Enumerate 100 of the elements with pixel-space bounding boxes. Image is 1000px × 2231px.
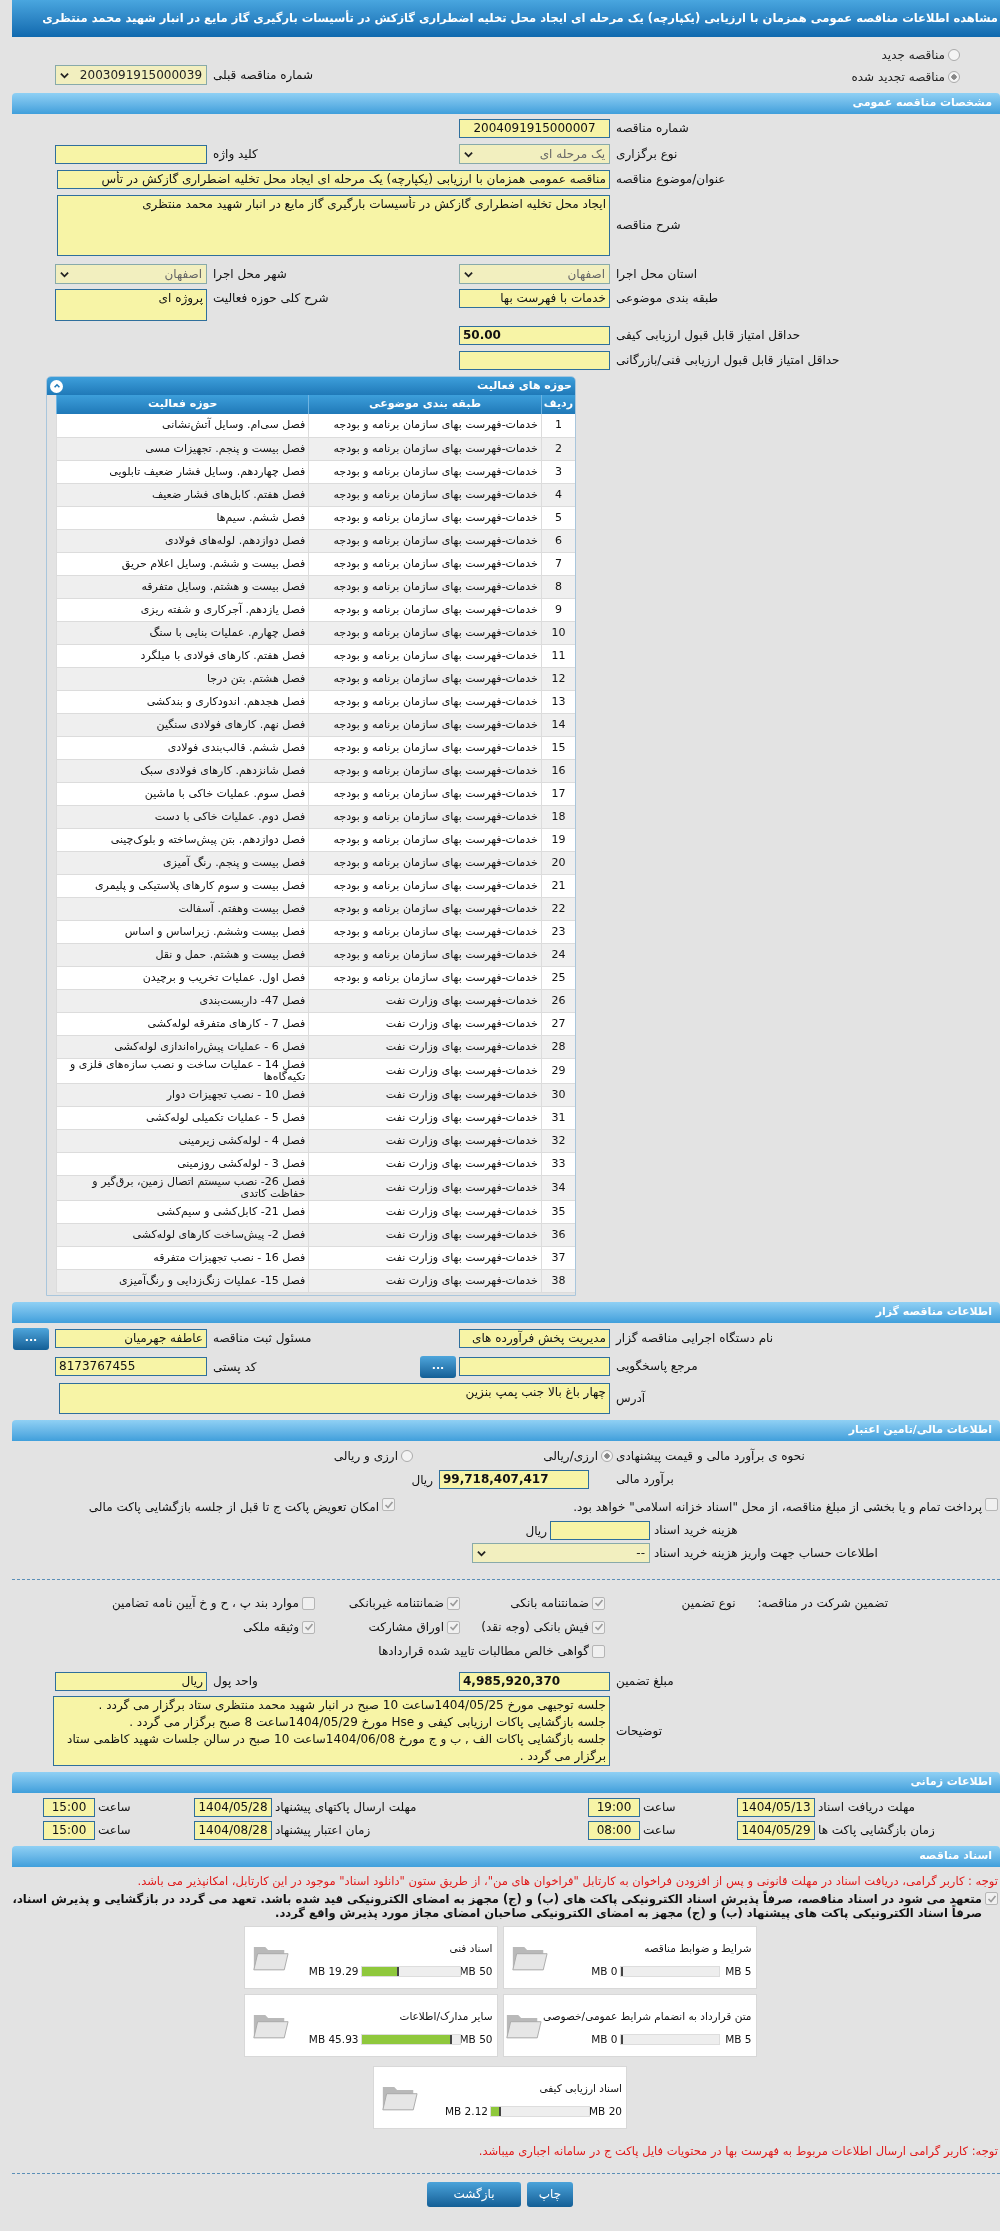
field-label: ساعت [643, 1823, 676, 1838]
checkbox[interactable] [592, 1596, 605, 1610]
input-field[interactable] [550, 1521, 650, 1540]
table-cell: 31 [541, 1106, 575, 1129]
dropdown[interactable]: اصفهان [459, 264, 610, 284]
input-field[interactable] [459, 351, 610, 370]
section-header: اطلاعات زمانی [12, 1772, 1000, 1793]
input-field[interactable]: 08:00 [588, 1821, 640, 1840]
radio-button[interactable] [401, 1449, 413, 1462]
text-area[interactable]: چهار باغ بالا جنب پمپ بنزین [59, 1382, 610, 1414]
field-label: شرح کلی حوزه فعالیت [213, 291, 329, 305]
checkbox[interactable] [302, 1596, 315, 1610]
input-field[interactable]: 99,718,407,417 [439, 1470, 589, 1489]
input-field[interactable]: عاطفه جهرمیان [55, 1329, 207, 1348]
checkbox[interactable] [985, 1498, 998, 1511]
input-field[interactable]: 1404/05/13 [737, 1798, 815, 1817]
action-button[interactable]: بازگشت [427, 2181, 521, 2207]
table-cell: فصل 47- داربست‌بندی [56, 989, 309, 1012]
table-cell: خدمات-فهرست بهای سازمان برنامه و بودجه [308, 460, 542, 483]
checkbox[interactable] [592, 1620, 605, 1634]
input-field[interactable]: 19:00 [588, 1798, 640, 1817]
radio-button[interactable] [601, 1449, 613, 1462]
checkbox[interactable] [447, 1620, 460, 1634]
table-cell: 17 [541, 782, 575, 805]
table-cell: 14 [541, 713, 575, 736]
input-field[interactable]: 4,985,920,370 [459, 1672, 610, 1691]
size-text: 50 MB [462, 1963, 493, 1979]
input-field[interactable]: 15:00 [43, 1821, 95, 1840]
table-cell: خدمات-فهرست بهای سازمان برنامه و بودجه [308, 575, 542, 598]
checkbox[interactable] [985, 1892, 998, 1906]
table-cell: فصل 10 - نصب تجهیزات دوار [56, 1083, 309, 1106]
table-cell: خدمات-فهرست بهای سازمان برنامه و بودجه [308, 782, 542, 805]
input-field[interactable]: مدیریت پخش فرآورده های [459, 1329, 610, 1348]
table-cell: فصل بیست و هشتم. وسایل متفرقه [56, 575, 309, 598]
table-cell: 28 [541, 1035, 575, 1058]
table-cell: 20 [541, 851, 575, 874]
input-field[interactable]: 2004091915000007 [459, 119, 610, 138]
input-field[interactable]: 1404/05/29 [737, 1821, 815, 1840]
section-header: اطلاعات مناقصه گزار [12, 1301, 1000, 1323]
table-cell: خدمات-فهرست بهای وزارت نفت [308, 1083, 542, 1106]
input-field[interactable] [55, 144, 207, 164]
dropdown[interactable]: 2003091915000039 [55, 65, 207, 85]
table-cell: فصل 4 - لوله‌کشی زیرمینی [56, 1129, 309, 1152]
table-cell: فصل بیست و سوم کارهای پلاستیکی و پلیمری [56, 874, 309, 897]
radio-button[interactable] [948, 71, 960, 83]
text-area[interactable]: ایجاد محل تخلیه اضطراری گازکش در تأسیسات بارگیری گاز مایع در انبار شهید محمد منتظری [57, 195, 610, 256]
action-button[interactable]: چاپ [527, 2181, 573, 2207]
checkbox[interactable] [382, 1498, 395, 1511]
input-field[interactable]: خدمات با فهرست بها [459, 289, 610, 308]
table-cell: 36 [541, 1223, 575, 1246]
radio-button[interactable] [948, 49, 960, 61]
input-field[interactable]: ریال [55, 1672, 207, 1691]
table-cell: فصل هشتم. بتن درجا [56, 667, 309, 690]
field-label: کلید واژه [213, 146, 258, 161]
table-cell: خدمات-فهرست بهای سازمان برنامه و بودجه [308, 966, 542, 989]
dropdown[interactable]: یک مرحله ای [459, 144, 610, 164]
field-label: تضمین شرکت در مناقصه: [757, 1595, 888, 1612]
table-cell: خدمات-فهرست بهای وزارت نفت [308, 1152, 542, 1175]
input-field[interactable]: 1404/05/28 [194, 1798, 272, 1817]
field-label: توضیحات [616, 1723, 663, 1738]
field-label: مبلغ تضمین [616, 1674, 674, 1689]
table-cell: خدمات-فهرست بهای وزارت نفت [308, 1200, 542, 1223]
more-button[interactable]: ... [420, 1355, 456, 1378]
chevron-icon [477, 1548, 486, 1558]
dropdown[interactable]: -- [472, 1543, 650, 1563]
table-cell: 19 [541, 828, 575, 851]
checkbox[interactable] [447, 1596, 460, 1610]
table-cell: فصل یازدهم. آجرکاری و شفته ریزی [56, 598, 309, 621]
table-cell: 6 [541, 529, 575, 552]
field-label: برآورد مالی [616, 1472, 674, 1487]
table-cell: فصل اول. عملیات تخریب و برچیدن [56, 966, 309, 989]
table-cell: خدمات-فهرست بهای سازمان برنامه و بودجه [308, 851, 542, 874]
collapse-icon[interactable] [50, 379, 63, 393]
input-field[interactable]: مناقصه عمومی همزمان با ارزیابی (یکپارچه) یک مرحله ای ایجاد محل تخلیه اضطراری گازکش در تأس [57, 170, 610, 189]
table-cell: خدمات-فهرست بهای سازمان برنامه و بودجه [308, 874, 542, 897]
input-field[interactable]: 8173767455 [55, 1357, 207, 1376]
input-field[interactable]: 50.00 [459, 326, 610, 345]
table-cell: خدمات-فهرست بهای وزارت نفت [308, 1106, 542, 1129]
input-field[interactable]: 1404/08/28 [194, 1821, 272, 1840]
table-cell: فصل 5 - عملیات تکمیلی لوله‌کشی [56, 1106, 309, 1129]
input-field[interactable] [459, 1357, 610, 1376]
field-label: امکان تعویض پاکت ج تا قبل از جلسه بازگشایی پاکت مالی [88, 1499, 379, 1516]
checkbox[interactable] [592, 1644, 605, 1658]
text-area[interactable]: جلسه توجیهی مورخ 1404/05/25ساعت 10 صبح در انبار شهید محمد منتظری ستاد برگزار می گردد . جلسه بازگشایی پاکات ارزیابی کیفی و Hse مورخ 1404/05/29ساعت 8 صبح برگزار می گردد . جلسه بازگشایی پاکات الف , ب و ج مورخ 1404/06/08ساعت 10 صبح در سالن جلسات شهید کاظمی ستاد برگزار می گردد . [53, 1696, 610, 1766]
dropdown[interactable]: اصفهان [55, 264, 207, 284]
table-cell: خدمات-فهرست بهای سازمان برنامه و بودجه [308, 736, 542, 759]
table-cell: خدمات-فهرست بهای وزارت نفت [308, 1035, 542, 1058]
table-cell: 2 [541, 437, 575, 460]
field-label: آدرس [616, 1390, 646, 1405]
more-button[interactable]: ... [13, 1327, 49, 1350]
input-field[interactable]: 15:00 [43, 1798, 95, 1817]
checkbox[interactable] [302, 1620, 315, 1634]
table-cell: فصل چهارم. عملیات بنایی با سنگ [56, 621, 309, 644]
table-cell: 18 [541, 805, 575, 828]
file-title: اسناد ارزیابی کیفی [538, 2081, 622, 2097]
size-text: 50 MB [462, 2031, 493, 2047]
field-label: شماره مناقصه [616, 121, 689, 136]
input-field[interactable]: پروژه ای [55, 289, 207, 321]
field-label: شرح مناقصه [616, 218, 681, 233]
table-cell: 16 [541, 759, 575, 782]
